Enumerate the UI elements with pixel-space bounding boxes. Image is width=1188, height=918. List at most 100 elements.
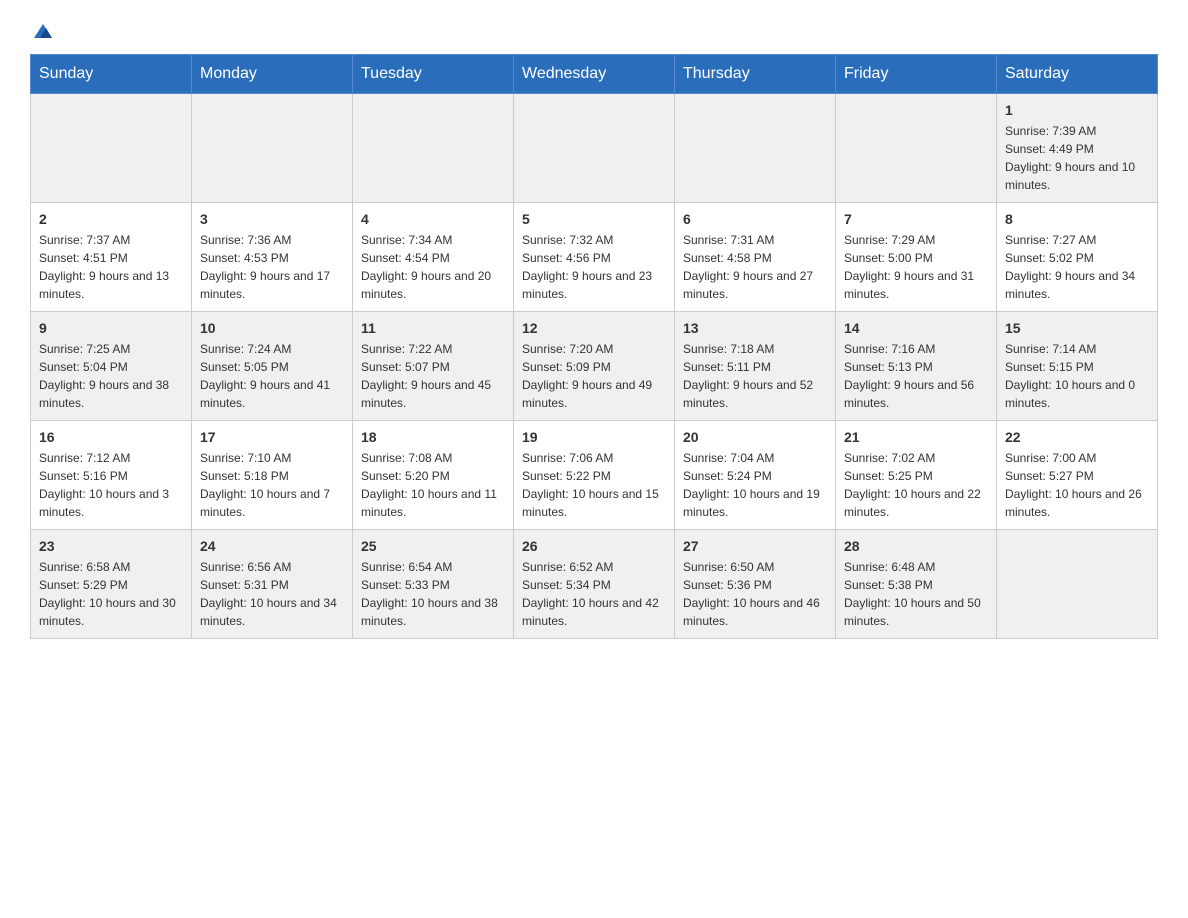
day-number: 20 [683, 429, 827, 445]
calendar-day-cell: 13 Sunrise: 7:18 AM Sunset: 5:11 PM Dayli… [675, 312, 836, 421]
calendar-day-cell: 10 Sunrise: 7:24 AM Sunset: 5:05 PM Dayli… [192, 312, 353, 421]
calendar-day-cell: 4 Sunrise: 7:34 AM Sunset: 4:54 PM Daylig… [353, 203, 514, 312]
day-info: Sunrise: 7:20 AM Sunset: 5:09 PM Dayligh… [522, 340, 666, 412]
day-number: 2 [39, 211, 183, 227]
day-of-week-header: Thursday [675, 55, 836, 94]
calendar-day-cell [31, 94, 192, 203]
day-info: Sunrise: 7:14 AM Sunset: 5:15 PM Dayligh… [1005, 340, 1149, 412]
calendar-day-cell: 17 Sunrise: 7:10 AM Sunset: 5:18 PM Dayli… [192, 421, 353, 530]
day-info: Sunrise: 7:08 AM Sunset: 5:20 PM Dayligh… [361, 449, 505, 521]
day-info: Sunrise: 6:50 AM Sunset: 5:36 PM Dayligh… [683, 558, 827, 630]
calendar-day-cell [997, 530, 1158, 639]
day-info: Sunrise: 7:39 AM Sunset: 4:49 PM Dayligh… [1005, 122, 1149, 194]
day-number: 16 [39, 429, 183, 445]
day-number: 18 [361, 429, 505, 445]
day-number: 26 [522, 538, 666, 554]
calendar-day-cell [353, 94, 514, 203]
day-of-week-header: Saturday [997, 55, 1158, 94]
day-info: Sunrise: 7:04 AM Sunset: 5:24 PM Dayligh… [683, 449, 827, 521]
day-number: 17 [200, 429, 344, 445]
calendar-day-cell: 12 Sunrise: 7:20 AM Sunset: 5:09 PM Dayli… [514, 312, 675, 421]
day-info: Sunrise: 7:06 AM Sunset: 5:22 PM Dayligh… [522, 449, 666, 521]
calendar-day-cell: 21Sunrise: 7:02 AM Sunset: 5:25 PM Dayli… [836, 421, 997, 530]
calendar-day-cell [836, 94, 997, 203]
day-of-week-header: Wednesday [514, 55, 675, 94]
day-number: 10 [200, 320, 344, 336]
calendar-day-cell [192, 94, 353, 203]
calendar-week-row: 16 Sunrise: 7:12 AM Sunset: 5:16 PM Dayli… [31, 421, 1158, 530]
calendar-day-cell [675, 94, 836, 203]
page-header [30, 20, 1158, 36]
day-info: Sunrise: 7:18 AM Sunset: 5:11 PM Dayligh… [683, 340, 827, 412]
day-number: 23 [39, 538, 183, 554]
calendar-day-cell: 5Sunrise: 7:32 AM Sunset: 4:56 PM Daylig… [514, 203, 675, 312]
calendar-day-cell [514, 94, 675, 203]
day-number: 8 [1005, 211, 1149, 227]
calendar-table: SundayMondayTuesdayWednesdayThursdayFrid… [30, 54, 1158, 639]
calendar-day-cell: 16 Sunrise: 7:12 AM Sunset: 5:16 PM Dayli… [31, 421, 192, 530]
calendar-day-cell: 15 Sunrise: 7:14 AM Sunset: 5:15 PM Dayli… [997, 312, 1158, 421]
day-info: Sunrise: 7:27 AM Sunset: 5:02 PM Dayligh… [1005, 231, 1149, 303]
day-info: Sunrise: 7:25 AM Sunset: 5:04 PM Dayligh… [39, 340, 183, 412]
calendar-day-cell: 28 Sunrise: 6:48 AM Sunset: 5:38 PM Dayli… [836, 530, 997, 639]
day-number: 15 [1005, 320, 1149, 336]
day-info: Sunrise: 7:24 AM Sunset: 5:05 PM Dayligh… [200, 340, 344, 412]
day-of-week-header: Monday [192, 55, 353, 94]
day-of-week-header: Tuesday [353, 55, 514, 94]
day-info: Sunrise: 7:02 AM Sunset: 5:25 PM Dayligh… [844, 449, 988, 521]
day-info: Sunrise: 7:36 AM Sunset: 4:53 PM Dayligh… [200, 231, 344, 303]
day-info: Sunrise: 6:58 AM Sunset: 5:29 PM Dayligh… [39, 558, 183, 630]
day-number: 4 [361, 211, 505, 227]
calendar-day-cell: 8 Sunrise: 7:27 AM Sunset: 5:02 PM Daylig… [997, 203, 1158, 312]
day-number: 6 [683, 211, 827, 227]
calendar-day-cell: 25 Sunrise: 6:54 AM Sunset: 5:33 PM Dayli… [353, 530, 514, 639]
day-number: 19 [522, 429, 666, 445]
logo [30, 20, 54, 36]
day-number: 1 [1005, 102, 1149, 118]
day-number: 9 [39, 320, 183, 336]
calendar-day-cell: 20 Sunrise: 7:04 AM Sunset: 5:24 PM Dayli… [675, 421, 836, 530]
day-number: 11 [361, 320, 505, 336]
day-number: 7 [844, 211, 988, 227]
day-number: 12 [522, 320, 666, 336]
calendar-day-cell: 27 Sunrise: 6:50 AM Sunset: 5:36 PM Dayli… [675, 530, 836, 639]
day-number: 27 [683, 538, 827, 554]
calendar-day-cell: 19 Sunrise: 7:06 AM Sunset: 5:22 PM Dayli… [514, 421, 675, 530]
day-info: Sunrise: 7:34 AM Sunset: 4:54 PM Dayligh… [361, 231, 505, 303]
day-number: 25 [361, 538, 505, 554]
calendar-day-cell: 14Sunrise: 7:16 AM Sunset: 5:13 PM Dayli… [836, 312, 997, 421]
day-number: 24 [200, 538, 344, 554]
calendar-day-cell: 26Sunrise: 6:52 AM Sunset: 5:34 PM Dayli… [514, 530, 675, 639]
calendar-week-row: 9 Sunrise: 7:25 AM Sunset: 5:04 PM Daylig… [31, 312, 1158, 421]
calendar-day-cell: 1 Sunrise: 7:39 AM Sunset: 4:49 PM Daylig… [997, 94, 1158, 203]
day-info: Sunrise: 6:56 AM Sunset: 5:31 PM Dayligh… [200, 558, 344, 630]
calendar-day-cell: 22 Sunrise: 7:00 AM Sunset: 5:27 PM Dayli… [997, 421, 1158, 530]
day-of-week-header: Friday [836, 55, 997, 94]
day-info: Sunrise: 6:54 AM Sunset: 5:33 PM Dayligh… [361, 558, 505, 630]
day-of-week-header: Sunday [31, 55, 192, 94]
day-info: Sunrise: 7:10 AM Sunset: 5:18 PM Dayligh… [200, 449, 344, 521]
calendar-week-row: 2Sunrise: 7:37 AM Sunset: 4:51 PM Daylig… [31, 203, 1158, 312]
day-info: Sunrise: 7:12 AM Sunset: 5:16 PM Dayligh… [39, 449, 183, 521]
day-info: Sunrise: 7:16 AM Sunset: 5:13 PM Dayligh… [844, 340, 988, 412]
day-info: Sunrise: 7:22 AM Sunset: 5:07 PM Dayligh… [361, 340, 505, 412]
calendar-day-cell: 6 Sunrise: 7:31 AM Sunset: 4:58 PM Daylig… [675, 203, 836, 312]
calendar-week-row: 1 Sunrise: 7:39 AM Sunset: 4:49 PM Daylig… [31, 94, 1158, 203]
calendar-day-cell: 11 Sunrise: 7:22 AM Sunset: 5:07 PM Dayli… [353, 312, 514, 421]
calendar-day-cell: 18 Sunrise: 7:08 AM Sunset: 5:20 PM Dayli… [353, 421, 514, 530]
day-info: Sunrise: 7:31 AM Sunset: 4:58 PM Dayligh… [683, 231, 827, 303]
calendar-day-cell: 3 Sunrise: 7:36 AM Sunset: 4:53 PM Daylig… [192, 203, 353, 312]
day-number: 22 [1005, 429, 1149, 445]
calendar-header-row: SundayMondayTuesdayWednesdayThursdayFrid… [31, 55, 1158, 94]
calendar-day-cell: 7 Sunrise: 7:29 AM Sunset: 5:00 PM Daylig… [836, 203, 997, 312]
day-info: Sunrise: 7:00 AM Sunset: 5:27 PM Dayligh… [1005, 449, 1149, 521]
day-number: 13 [683, 320, 827, 336]
day-number: 3 [200, 211, 344, 227]
day-number: 5 [522, 211, 666, 227]
day-number: 28 [844, 538, 988, 554]
calendar-day-cell: 24 Sunrise: 6:56 AM Sunset: 5:31 PM Dayli… [192, 530, 353, 639]
day-info: Sunrise: 6:48 AM Sunset: 5:38 PM Dayligh… [844, 558, 988, 630]
logo-triangle-icon [32, 20, 54, 42]
calendar-day-cell: 2Sunrise: 7:37 AM Sunset: 4:51 PM Daylig… [31, 203, 192, 312]
day-info: Sunrise: 7:29 AM Sunset: 5:00 PM Dayligh… [844, 231, 988, 303]
